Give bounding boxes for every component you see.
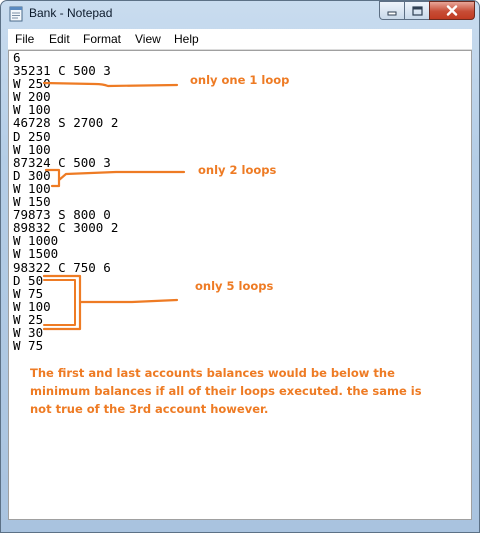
annotation-five-loops: only 5 loops (195, 279, 274, 293)
menu-format[interactable]: Format (83, 32, 121, 46)
minimize-icon (387, 11, 397, 15)
window-title: Bank - Notepad (29, 6, 113, 20)
menu-view[interactable]: View (135, 32, 161, 46)
menu-file[interactable]: File (15, 32, 34, 46)
menu-bar: File Edit Format View Help (8, 29, 472, 50)
document-text[interactable]: 6 35231 C 500 3 W 250 W 200 W 100 46728 … (13, 51, 118, 352)
menu-help[interactable]: Help (174, 32, 199, 46)
annotation-one-loop: only one 1 loop (190, 73, 290, 87)
minimize-button[interactable] (379, 1, 405, 20)
annotation-two-loops: only 2 loops (198, 163, 277, 177)
annotation-note: The first and last accounts balances wou… (30, 366, 422, 416)
notepad-icon (9, 6, 23, 22)
close-button[interactable] (429, 1, 475, 20)
window-bottom-frame (8, 520, 472, 530)
title-bar[interactable]: Bank - Notepad (1, 1, 479, 27)
maximize-icon (411, 5, 423, 16)
close-icon (446, 5, 458, 16)
menu-edit[interactable]: Edit (49, 32, 70, 46)
maximize-button[interactable] (404, 1, 430, 20)
